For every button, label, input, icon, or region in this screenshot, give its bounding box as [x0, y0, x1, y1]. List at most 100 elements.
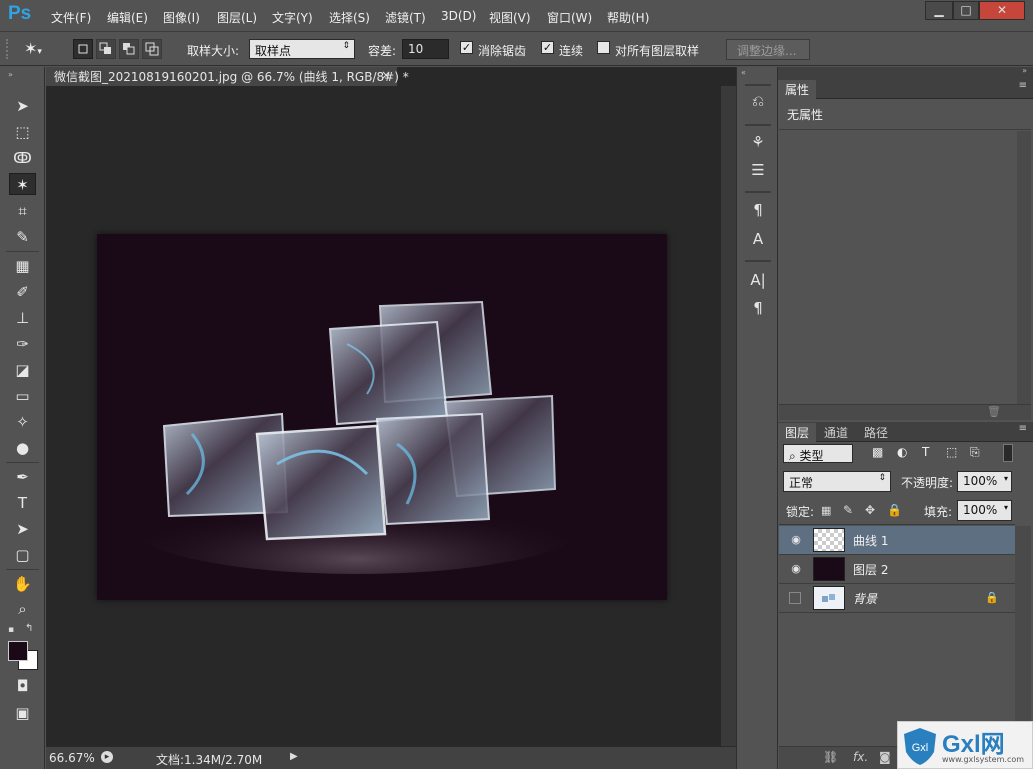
expand-icon[interactable]: « [741, 68, 746, 77]
gradient-tool-icon[interactable]: ▭ [9, 385, 36, 407]
status-info-icon[interactable]: ▸ [101, 751, 113, 763]
minimize-button[interactable]: ▁ [925, 1, 953, 20]
contiguous-checkbox[interactable]: ✓ [541, 41, 554, 54]
document-tab[interactable]: 微信截图_20210819160201.jpg @ 66.7% (曲线 1, R… [46, 67, 409, 86]
menu-help[interactable]: 帮助(H) [607, 9, 649, 26]
quick-mask-icon[interactable]: ◘ [9, 675, 36, 697]
filter-smart-object-icon[interactable]: ⎘ [970, 445, 980, 460]
history-brush-tool-icon[interactable]: ✑ [9, 333, 36, 355]
hand-tool-icon[interactable]: ✋ [9, 573, 36, 595]
antialias-checkbox[interactable]: ✓ [460, 41, 473, 54]
menu-window[interactable]: 窗口(W) [547, 9, 592, 26]
zoom-level[interactable]: 66.67% [49, 751, 95, 765]
character-styles-icon[interactable]: A [746, 228, 770, 250]
fx-icon[interactable]: fx. [853, 750, 868, 764]
subtract-selection-icon[interactable] [119, 39, 139, 59]
move-tool-icon[interactable]: ➤ [9, 95, 36, 117]
filter-toggle[interactable] [1003, 444, 1013, 462]
marquee-tool-icon[interactable]: ⬚ [9, 121, 36, 143]
close-button[interactable]: ✕ [979, 1, 1025, 20]
menu-layer[interactable]: 图层(L) [217, 9, 257, 26]
adjustments-icon[interactable]: ☰ [746, 159, 770, 181]
lock-transparent-icon[interactable]: ▦ [821, 504, 831, 517]
history-icon[interactable]: ⎌ [746, 90, 770, 112]
layer-filter-select[interactable]: ⌕ 类型 [783, 444, 853, 463]
eraser-tool-icon[interactable]: ◪ [9, 359, 36, 381]
filter-type-icon[interactable]: T [922, 445, 929, 459]
character-icon[interactable]: A| [746, 269, 770, 291]
link-icon[interactable]: ⛓ [823, 750, 838, 764]
filter-adjustment-icon[interactable]: ◐ [897, 445, 907, 459]
opacity-input[interactable]: 100% ▾ [957, 471, 1012, 492]
fill-input[interactable]: 100% ▾ [957, 500, 1012, 521]
status-menu-arrow-icon[interactable]: ▶ [290, 751, 298, 762]
intersect-selection-icon[interactable] [142, 39, 162, 59]
grip-handle[interactable] [6, 39, 10, 59]
tab-channels[interactable]: 通道 [817, 423, 855, 442]
paragraph-icon[interactable]: ¶ [746, 297, 770, 319]
default-colors-icon[interactable]: ▪ [8, 625, 14, 635]
sample-all-layers-checkbox[interactable] [597, 41, 610, 54]
layer-row-curves-1[interactable]: ◉ 曲线 1 [779, 526, 1015, 555]
add-selection-icon[interactable] [96, 39, 116, 59]
menu-edit[interactable]: 编辑(E) [107, 9, 148, 26]
tab-paths[interactable]: 路径 [857, 423, 895, 442]
document-canvas[interactable] [97, 234, 667, 600]
paragraph-styles-icon[interactable]: ¶ [746, 199, 770, 221]
eye-icon[interactable]: ◉ [789, 563, 803, 575]
magic-wand-tool-icon[interactable]: ✶ [9, 173, 36, 195]
layer-row-layer-2[interactable]: ◉ 图层 2 [779, 555, 1015, 584]
brush-tool-icon[interactable]: ✐ [9, 281, 36, 303]
layer-row-background[interactable]: 背景 🔒 [779, 584, 1015, 613]
new-selection-icon[interactable] [73, 39, 93, 59]
path-selection-tool-icon[interactable]: ➤ [9, 518, 36, 540]
menu-select[interactable]: 选择(S) [329, 9, 370, 26]
menu-type[interactable]: 文字(Y) [272, 9, 313, 26]
trash-icon[interactable]: 🗑 [987, 405, 1001, 418]
close-tab-icon[interactable]: × [381, 68, 391, 82]
layer-name[interactable]: 图层 2 [853, 561, 888, 578]
shape-tool-icon[interactable]: ▢ [9, 544, 36, 566]
tab-layers[interactable]: 图层 [778, 423, 817, 442]
screen-mode-icon[interactable]: ▣ [9, 702, 36, 724]
healing-brush-tool-icon[interactable]: ▦ [9, 255, 36, 277]
blend-mode-select[interactable]: 正常 ⇕ [783, 471, 891, 492]
refine-edge-button[interactable]: 调整边缘... [726, 39, 810, 60]
vertical-scrollbar[interactable] [721, 86, 736, 746]
dodge-tool-icon[interactable]: ● [9, 437, 36, 459]
magic-wand-preset-icon[interactable]: ✶▾ [24, 39, 62, 61]
menu-view[interactable]: 视图(V) [489, 9, 531, 26]
lock-all-icon[interactable]: 🔒 [887, 503, 902, 517]
lasso-tool-icon[interactable]: ↂ [9, 147, 36, 169]
eye-icon[interactable]: ◉ [789, 534, 803, 546]
layers-scrollbar[interactable] [1015, 526, 1031, 746]
panel-collapse-icon[interactable]: » [1022, 66, 1027, 75]
type-tool-icon[interactable]: T [9, 492, 36, 514]
zoom-tool-icon[interactable]: ⌕ [9, 598, 36, 620]
layer-name[interactable]: 曲线 1 [853, 532, 888, 549]
sample-size-select[interactable]: 取样点 ⇕ [249, 39, 355, 59]
tolerance-input[interactable]: 10 [402, 39, 449, 59]
mask-icon[interactable]: ◙ [879, 750, 891, 764]
pen-tool-icon[interactable]: ✒ [9, 466, 36, 488]
clone-stamp-tool-icon[interactable]: ⊥ [9, 307, 36, 329]
properties-scrollbar[interactable] [1017, 131, 1031, 404]
filter-shape-icon[interactable]: ⬚ [946, 445, 957, 459]
collapse-icon[interactable]: » [8, 70, 13, 79]
crop-tool-icon[interactable]: ⌗ [9, 200, 36, 222]
panel-menu-icon[interactable]: ≡ [1019, 80, 1027, 91]
blur-tool-icon[interactable]: ✧ [9, 411, 36, 433]
brush-presets-icon[interactable]: ⚘ [746, 131, 770, 153]
filter-pixel-icon[interactable]: ▩ [872, 445, 883, 459]
menu-3d[interactable]: 3D(D) [441, 9, 476, 23]
menu-image[interactable]: 图像(I) [163, 9, 200, 26]
eyedropper-tool-icon[interactable]: ✎ [9, 226, 36, 248]
swap-colors-icon[interactable]: ↰ [25, 623, 33, 634]
layers-menu-icon[interactable]: ≡ [1019, 423, 1027, 434]
tab-properties[interactable]: 属性 [778, 80, 817, 99]
menu-filter[interactable]: 滤镜(T) [385, 9, 426, 26]
maximize-button[interactable]: □ [953, 1, 979, 20]
visibility-off-box[interactable] [789, 592, 801, 604]
layer-name[interactable]: 背景 [853, 590, 877, 607]
lock-position-icon[interactable]: ✥ [865, 503, 875, 517]
